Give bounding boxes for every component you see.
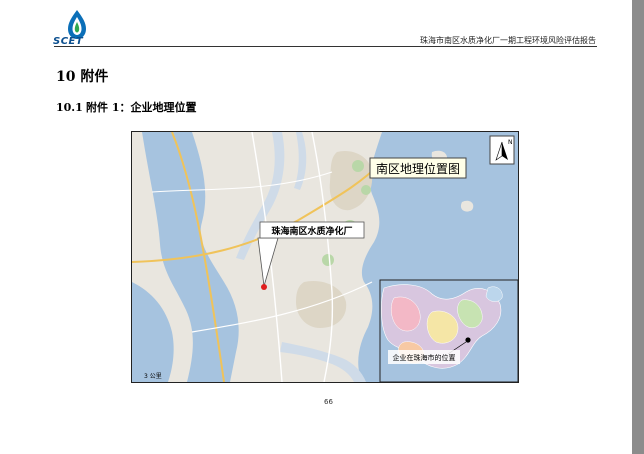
map-island xyxy=(460,200,474,212)
document-header-title: 珠海市南区水质净化厂一期工程环境风险评估报告 xyxy=(420,36,596,45)
section-title: 附件 1：企业地理位置 xyxy=(86,101,197,114)
page-number: 66 xyxy=(324,398,333,406)
map-park xyxy=(352,160,364,172)
inset-map: 企业在珠海市的位置 xyxy=(379,279,518,382)
inset-marker xyxy=(465,337,471,343)
map-park xyxy=(322,254,334,266)
site-marker xyxy=(261,284,267,290)
north-arrow-icon: N xyxy=(489,135,515,165)
site-label: 珠海南区水质净化厂 xyxy=(271,225,352,237)
map-graphic: 南区地理位置图 N 珠海南区水质净化厂 3 公里 企业在珠海市的位置 xyxy=(132,132,518,382)
viewer-gutter xyxy=(632,0,644,454)
map-title: 南区地理位置图 xyxy=(376,161,460,176)
map-park xyxy=(361,185,371,195)
location-map: 南区地理位置图 N 珠海南区水质净化厂 3 公里 企业在珠海市的位置 xyxy=(131,131,519,383)
scale-label: 3 公里 xyxy=(144,373,162,380)
header-rule xyxy=(54,46,597,47)
section-number: 10.1 xyxy=(56,101,83,114)
inset-label: 企业在珠海市的位置 xyxy=(393,353,456,362)
chapter-heading: 10 附件 xyxy=(56,69,109,85)
section-heading: 10.1 附件 1：企业地理位置 xyxy=(56,99,196,115)
document-page: SCET 珠海市南区水质净化厂一期工程环境风险评估报告 10 附件 10.1 附件… xyxy=(0,0,644,454)
svg-text:N: N xyxy=(508,139,513,146)
